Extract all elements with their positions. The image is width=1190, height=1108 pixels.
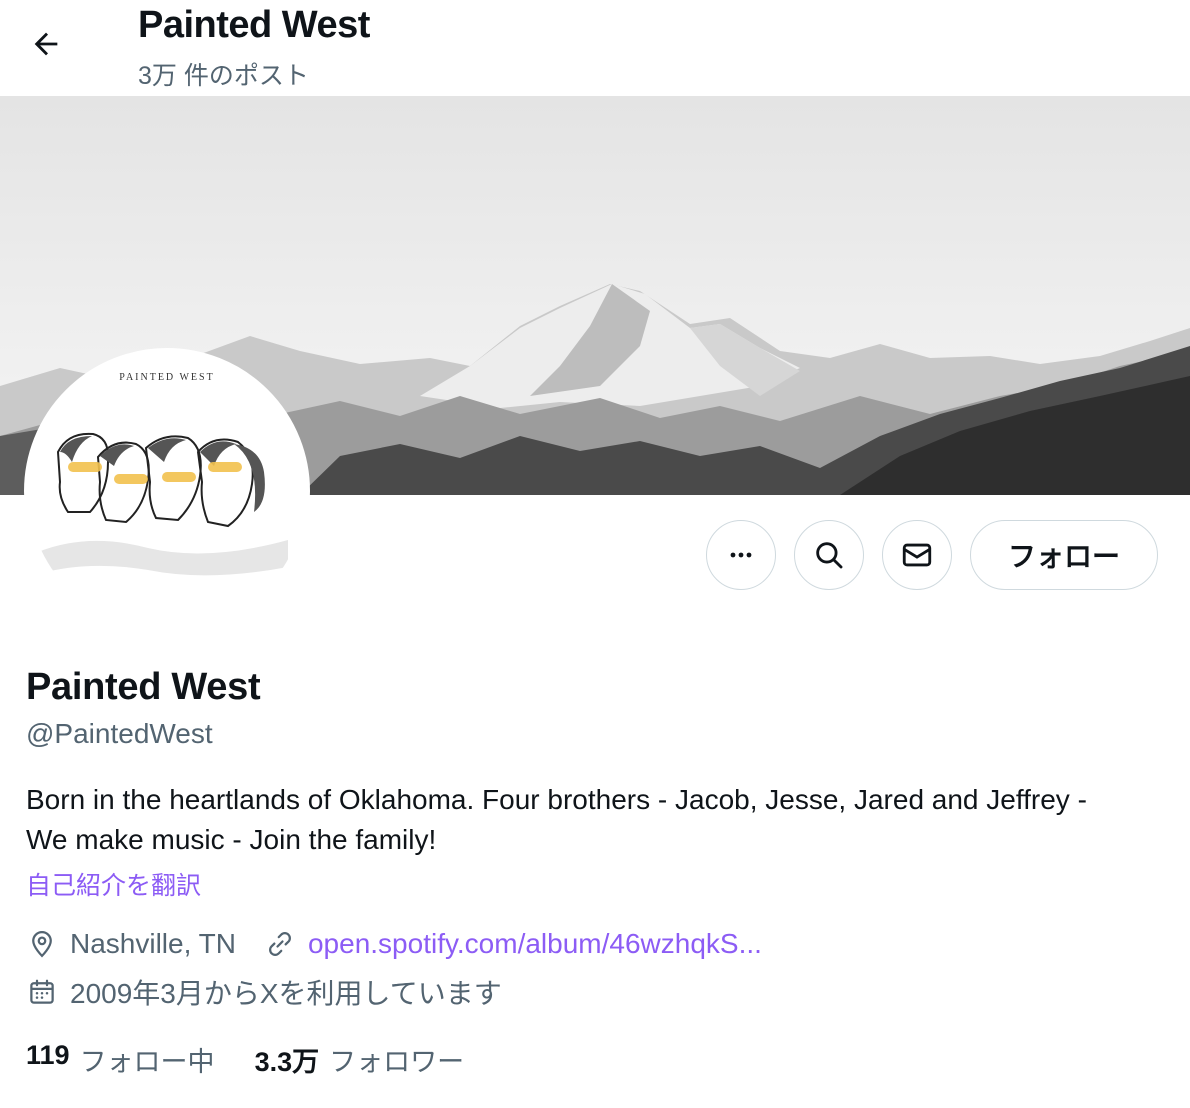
followers-count: 3.3万 bbox=[254, 1047, 320, 1077]
calendar-icon bbox=[26, 976, 58, 1008]
joined-row: 2009年3月からXを利用しています bbox=[26, 972, 502, 1012]
link-icon bbox=[264, 928, 296, 960]
location-pin-icon bbox=[26, 928, 58, 960]
band-illustration bbox=[38, 432, 288, 576]
more-button[interactable] bbox=[706, 520, 776, 590]
following-label: フォロー中 bbox=[79, 1047, 215, 1077]
following-stat[interactable]: 119 フォロー中 bbox=[26, 1040, 215, 1079]
more-dots-icon bbox=[730, 552, 752, 558]
profile-avatar[interactable]: PAINTED WEST bbox=[24, 348, 310, 634]
back-button[interactable] bbox=[22, 20, 70, 68]
user-handle: @PaintedWest bbox=[26, 718, 213, 749]
display-name: Painted West bbox=[26, 666, 261, 708]
message-button[interactable] bbox=[882, 520, 952, 590]
profile-meta-row: Nashville, TN open.spotify.com/album/46w… bbox=[26, 928, 762, 960]
followers-label: フォロワー bbox=[329, 1047, 465, 1077]
joined-date: 2009年3月からXを利用しています bbox=[70, 978, 502, 1009]
following-count: 119 bbox=[26, 1040, 70, 1070]
location-text: Nashville, TN bbox=[70, 928, 236, 959]
translate-bio-link[interactable]: 自己紹介を翻訳 bbox=[26, 866, 201, 902]
follow-stats: 119 フォロー中 3.3万 フォロワー bbox=[26, 1040, 464, 1079]
arrow-left-icon bbox=[34, 32, 58, 56]
envelope-icon bbox=[902, 543, 932, 567]
page-title: Painted West bbox=[138, 4, 370, 46]
profile-bio: Born in the heartlands of Oklahoma. Four… bbox=[26, 784, 1087, 855]
top-bar: Painted West 3万 件のポスト bbox=[0, 0, 1190, 96]
followers-stat[interactable]: 3.3万 フォロワー bbox=[255, 1040, 465, 1079]
search-icon bbox=[816, 542, 843, 569]
search-button[interactable] bbox=[794, 520, 864, 590]
post-count: 3万 件のポスト bbox=[138, 62, 309, 90]
follow-button[interactable]: フォロー bbox=[970, 520, 1158, 590]
website-link[interactable]: open.spotify.com/album/46wzhqkS... bbox=[308, 928, 762, 960]
